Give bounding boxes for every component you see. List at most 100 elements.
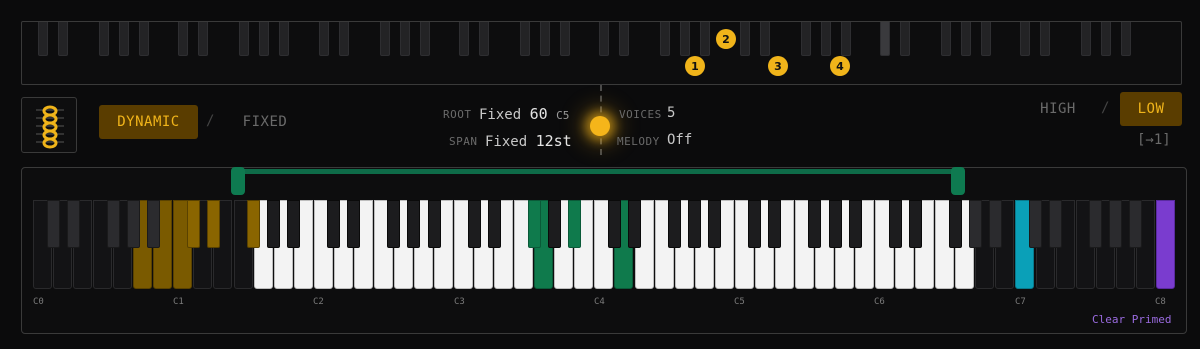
mini-key: [899, 22, 910, 56]
voice-badge-1[interactable]: 1: [685, 56, 705, 76]
mini-key: [960, 22, 971, 56]
black-key[interactable]: [1129, 200, 1143, 248]
mini-key: [619, 22, 630, 56]
black-key[interactable]: [628, 200, 641, 248]
mini-key: [178, 22, 189, 56]
mini-key: [119, 22, 129, 56]
mini-key: [338, 22, 349, 56]
black-key[interactable]: [527, 200, 541, 248]
black-key[interactable]: [968, 200, 982, 248]
black-key[interactable]: [126, 200, 140, 248]
octave-label-c8: C8: [1155, 297, 1166, 307]
dynamic-mode-button[interactable]: DYNAMIC: [99, 105, 198, 139]
black-key[interactable]: [267, 200, 281, 248]
black-key[interactable]: [708, 200, 722, 248]
black-key[interactable]: [387, 200, 401, 248]
root-readout[interactable]: Fixed 60 C5: [479, 105, 569, 123]
octave-label-c7: C7: [1015, 297, 1026, 307]
black-key[interactable]: [1029, 200, 1042, 248]
black-key[interactable]: [46, 200, 60, 248]
clear-primed-button[interactable]: Clear Primed: [1092, 313, 1171, 326]
black-key[interactable]: [487, 200, 501, 248]
mini-key: [1101, 22, 1112, 56]
voice-badge-2[interactable]: 2: [716, 29, 736, 49]
logo-button[interactable]: [21, 97, 77, 153]
black-key[interactable]: [347, 200, 361, 248]
mini-key: [700, 22, 711, 56]
black-key[interactable]: [1089, 200, 1103, 248]
mini-key: [879, 22, 890, 56]
mini-key: [1081, 22, 1092, 56]
mini-key: [539, 22, 550, 56]
black-key[interactable]: [146, 200, 160, 248]
octave-label-c5: C5: [734, 297, 745, 307]
range-bar[interactable]: [238, 169, 958, 174]
black-key[interactable]: [668, 200, 682, 248]
black-key[interactable]: [567, 200, 581, 248]
voice-badge-3[interactable]: 3: [768, 56, 788, 76]
mini-key: [800, 22, 811, 56]
black-key[interactable]: [768, 200, 782, 248]
black-key[interactable]: [106, 200, 120, 248]
shift-readout: [→1]: [1137, 132, 1171, 148]
octave-label-c2: C2: [313, 297, 324, 307]
black-key[interactable]: [467, 200, 481, 248]
mini-key: [980, 22, 991, 56]
black-key[interactable]: [948, 200, 962, 248]
mini-key: [1040, 22, 1051, 56]
span-readout[interactable]: Fixed 12st: [485, 132, 572, 150]
black-key[interactable]: [547, 200, 561, 248]
high-voicing-button[interactable]: HIGH: [1030, 92, 1086, 126]
mini-key: [419, 22, 430, 56]
black-key[interactable]: [808, 200, 822, 248]
voice-badge-4[interactable]: 4: [830, 56, 850, 76]
mini-keyboard[interactable]: [21, 21, 1182, 85]
root-value: 60: [529, 105, 548, 123]
mini-key: [1020, 22, 1031, 56]
low-voicing-button[interactable]: LOW: [1120, 92, 1182, 126]
black-key[interactable]: [828, 200, 842, 248]
black-key[interactable]: [688, 200, 702, 248]
chord-stack-icon: [36, 105, 64, 149]
black-key[interactable]: [327, 200, 341, 248]
black-key[interactable]: [427, 200, 441, 248]
black-key[interactable]: [908, 200, 922, 248]
black-key[interactable]: [186, 200, 200, 248]
range-end-handle[interactable]: [951, 167, 965, 195]
black-key[interactable]: [247, 200, 261, 248]
black-key[interactable]: [848, 200, 862, 248]
black-key[interactable]: [287, 200, 301, 248]
black-key[interactable]: [988, 200, 1002, 248]
mini-key: [519, 22, 530, 56]
white-key[interactable]: [1155, 200, 1175, 289]
black-key[interactable]: [607, 200, 621, 248]
black-key[interactable]: [1049, 200, 1063, 248]
mini-key: [139, 22, 149, 56]
mini-key: [559, 22, 570, 56]
span-value: 12st: [535, 132, 572, 150]
range-start-handle[interactable]: [231, 167, 245, 195]
mini-key: [599, 22, 610, 56]
mini-key: [279, 22, 290, 56]
mini-key: [198, 22, 209, 56]
voices-value[interactable]: 5: [667, 105, 675, 121]
voicing-separator: /: [1101, 100, 1110, 116]
mini-key: [940, 22, 951, 56]
mini-key: [660, 22, 671, 56]
mini-key: [1121, 22, 1132, 56]
octave-label-c4: C4: [594, 297, 605, 307]
black-key[interactable]: [206, 200, 220, 248]
melody-value[interactable]: Off: [667, 132, 692, 148]
black-key[interactable]: [1109, 200, 1123, 248]
black-key[interactable]: [748, 200, 762, 248]
octave-label-c6: C6: [874, 297, 885, 307]
voices-label: VOICES: [619, 108, 662, 121]
black-key[interactable]: [888, 200, 902, 248]
black-key[interactable]: [66, 200, 80, 248]
melody-label: MELODY: [617, 135, 660, 148]
root-note: C5: [556, 109, 570, 122]
position-orb[interactable]: [590, 116, 610, 136]
mini-keyboard-keys: [22, 22, 1181, 58]
black-key[interactable]: [407, 200, 421, 248]
fixed-mode-button[interactable]: FIXED: [226, 105, 304, 139]
